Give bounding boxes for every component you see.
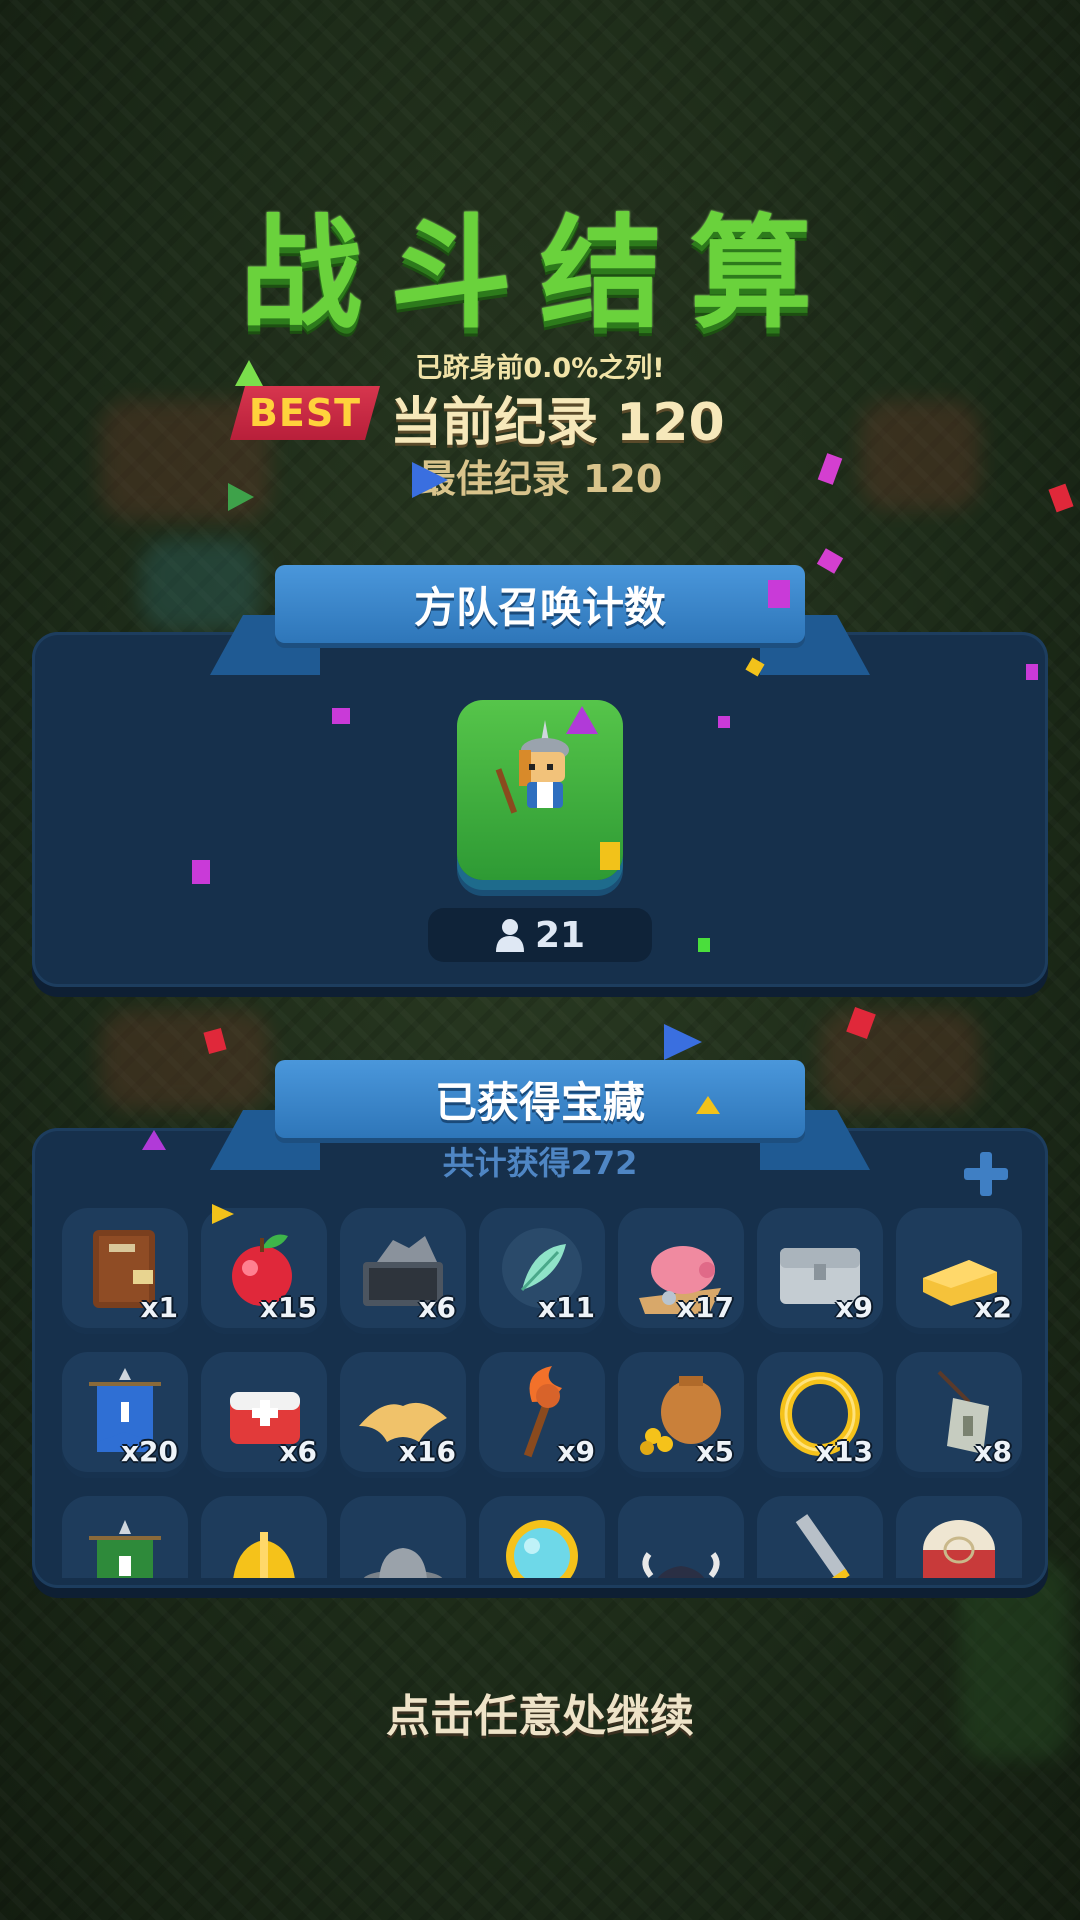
plus-icon[interactable] xyxy=(962,1150,1010,1198)
confetti-piece xyxy=(768,580,790,608)
item-quantity: x13 xyxy=(815,1435,873,1468)
treasure-ribbon-title: 已获得宝藏 xyxy=(275,1060,805,1138)
treasure-item[interactable]: x17 xyxy=(618,1208,744,1334)
treasure-item[interactable]: x9 xyxy=(479,1352,605,1478)
treasure-item[interactable] xyxy=(896,1496,1022,1578)
treasure-item[interactable]: x8 xyxy=(896,1352,1022,1478)
continue-hint[interactable]: 点击任意处继续 xyxy=(0,1680,1080,1744)
golden-helmet-icon xyxy=(233,1532,295,1578)
confetti-piece xyxy=(212,1204,234,1224)
item-quantity: x9 xyxy=(835,1291,873,1324)
confetti-piece xyxy=(228,483,254,511)
treasure-item[interactable]: x5 xyxy=(618,1352,744,1478)
treasure-item[interactable]: x13 xyxy=(757,1352,883,1478)
treasure-item[interactable] xyxy=(479,1496,605,1578)
treasure-item[interactable] xyxy=(757,1496,883,1578)
treasure-item[interactable]: x6 xyxy=(201,1352,327,1478)
result-title: 战斗结算 xyxy=(240,203,840,345)
treasure-item[interactable] xyxy=(62,1496,188,1578)
item-quantity: x11 xyxy=(537,1291,595,1324)
confetti-piece xyxy=(1026,664,1038,680)
treasure-item[interactable]: x9 xyxy=(757,1208,883,1334)
drum-icon xyxy=(923,1520,995,1578)
item-quantity: x9 xyxy=(557,1435,595,1468)
item-quantity: x1 xyxy=(140,1291,178,1324)
horned-helmet-icon xyxy=(642,1552,720,1578)
confetti-piece xyxy=(142,1130,166,1150)
confetti-piece xyxy=(696,1096,720,1114)
confetti-piece xyxy=(566,706,598,734)
item-quantity: x17 xyxy=(676,1291,734,1324)
item-quantity: x6 xyxy=(418,1291,456,1324)
best-record: 最佳纪录 120 xyxy=(417,457,663,501)
confetti-piece xyxy=(664,1024,702,1060)
best-badge: BEST xyxy=(230,386,380,440)
confetti-piece xyxy=(192,860,210,884)
treasure-item[interactable]: x6 xyxy=(340,1208,466,1334)
treasure-panel: 共计获得272 x1 x15 x6 x11 x17 x9 x2 x20 x6 x16 x9 x5 x13… xyxy=(32,1128,1048,1588)
item-quantity: x2 xyxy=(974,1291,1012,1324)
treasure-item[interactable]: x2 xyxy=(896,1208,1022,1334)
current-record: 当前纪录 120 xyxy=(390,393,725,453)
treasure-item[interactable]: x15 xyxy=(201,1208,327,1334)
treasure-item[interactable] xyxy=(201,1496,327,1578)
confetti-piece xyxy=(412,462,448,498)
confetti-piece xyxy=(718,716,730,728)
item-quantity: x8 xyxy=(974,1435,1012,1468)
item-quantity: x20 xyxy=(120,1435,178,1468)
sword-icon xyxy=(795,1514,850,1578)
item-quantity: x5 xyxy=(696,1435,734,1468)
treasure-item[interactable]: x11 xyxy=(479,1208,605,1334)
confetti-piece xyxy=(332,708,350,724)
grey-hat-icon xyxy=(363,1548,443,1578)
person-icon xyxy=(495,919,524,952)
treasure-item[interactable]: x20 xyxy=(62,1352,188,1478)
mirror-icon xyxy=(506,1520,578,1578)
squad-ribbon-title: 方队召唤计数 xyxy=(275,565,805,643)
item-quantity: x16 xyxy=(398,1435,456,1468)
unit-card[interactable] xyxy=(457,700,623,880)
treasure-ribbon: 已获得宝藏 xyxy=(210,1060,870,1170)
treasure-item[interactable] xyxy=(618,1496,744,1578)
treasure-item[interactable]: x1 xyxy=(62,1208,188,1334)
green-banner-icon xyxy=(89,1520,161,1578)
confetti-piece xyxy=(235,360,263,386)
knight-icon xyxy=(495,720,569,814)
treasure-item[interactable]: x16 xyxy=(340,1352,466,1478)
summon-count: 21 xyxy=(428,908,652,962)
summon-count-value: 21 xyxy=(534,914,586,956)
treasure-grid: x1 x15 x6 x11 x17 x9 x2 x20 x6 x16 x9 x5 x13 x8 xyxy=(62,1208,1022,1578)
item-quantity: x15 xyxy=(259,1291,317,1324)
treasure-item[interactable] xyxy=(340,1496,466,1578)
item-quantity: x6 xyxy=(279,1435,317,1468)
confetti-piece xyxy=(698,938,710,952)
confetti-piece xyxy=(600,842,620,870)
